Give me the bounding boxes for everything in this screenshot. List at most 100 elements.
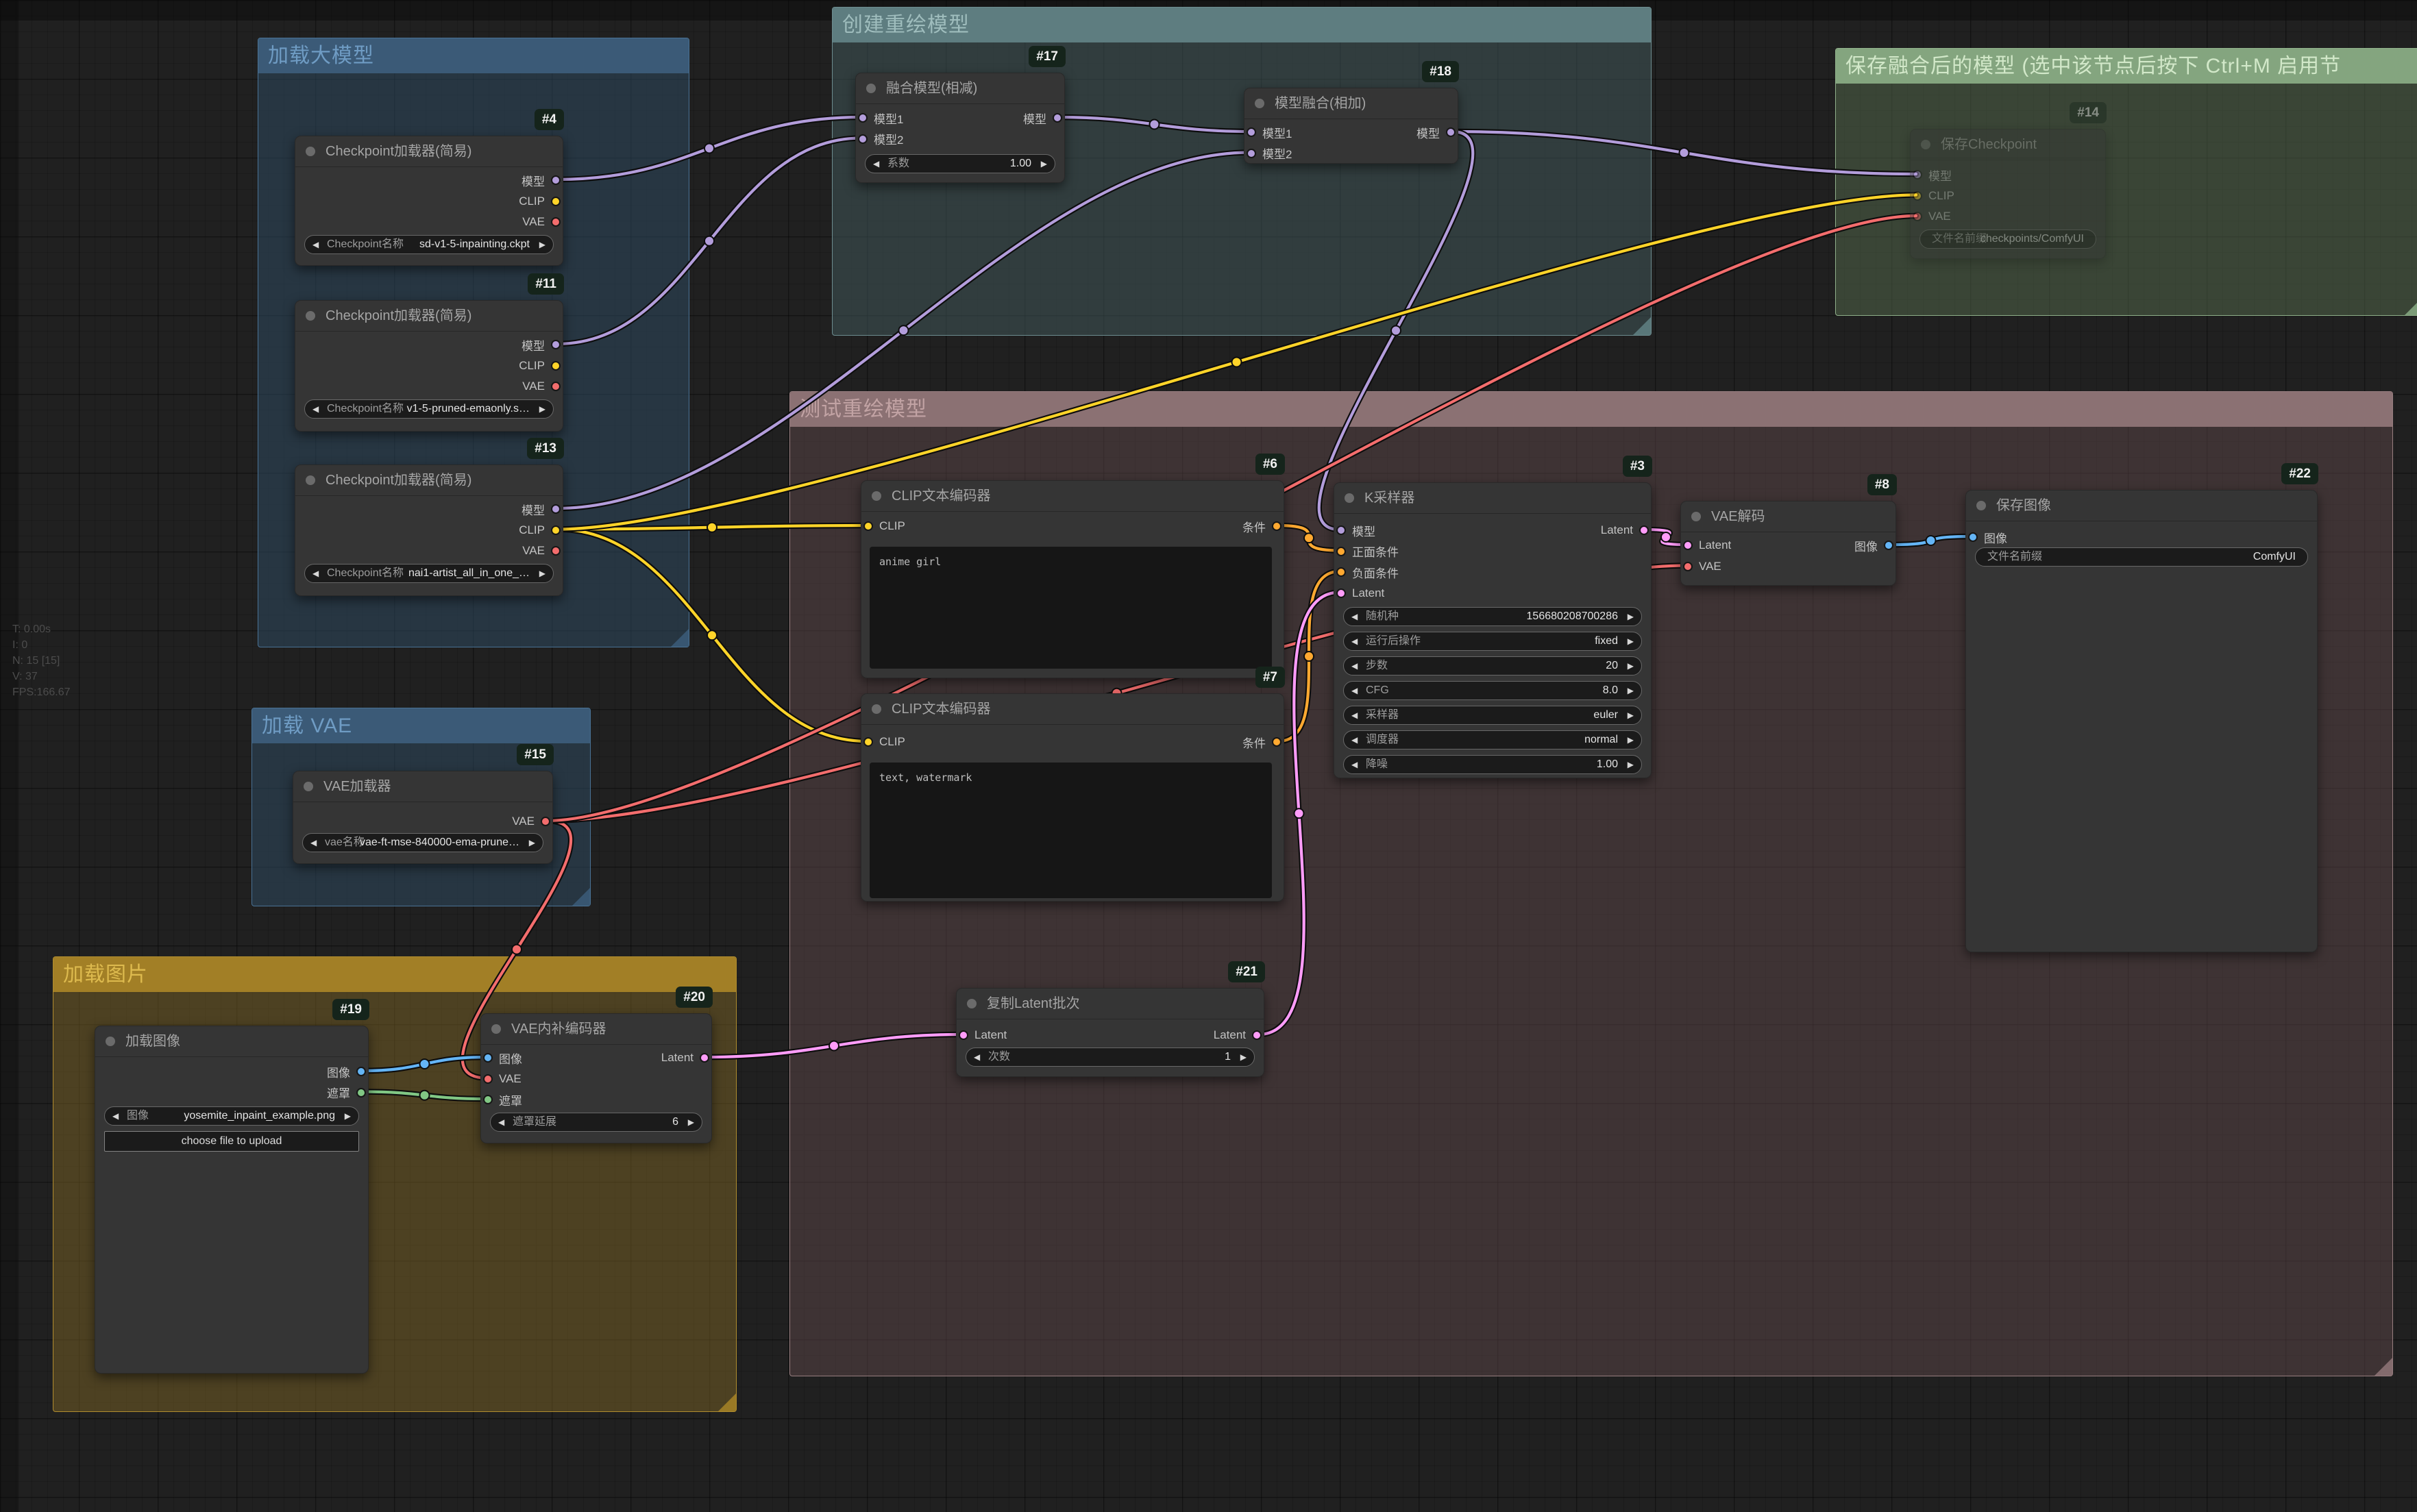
collapse-dot-icon[interactable] (306, 147, 315, 156)
node-checkpoint-loader-13[interactable]: #13Checkpoint加载器(简易)模型CLIPVAE◀▶Checkpoin… (295, 464, 563, 596)
node-vae-loader-15[interactable]: #15VAE加载器VAE◀▶vae名称vae-ft-mse-840000-ema… (293, 771, 553, 864)
right-arrow-icon[interactable]: ▶ (1628, 682, 1634, 699)
widget-filename-prefix[interactable]: 文件名前缀checkpoints/ComfyUI (1919, 230, 2096, 249)
upload-button[interactable]: choose file to upload (104, 1131, 359, 1152)
input-port-image[interactable]: 图像 (1968, 530, 2007, 544)
group-resize-handle[interactable] (2375, 1358, 2392, 1376)
widget-batch-count[interactable]: ◀▶次数1 (966, 1048, 1255, 1067)
output-port-conditioning[interactable]: 条件 (1242, 519, 1281, 533)
left-arrow-icon[interactable]: ◀ (112, 1107, 119, 1125)
node-model-merge-add-18[interactable]: #18模型融合(相加)模型1模型2模型 (1244, 88, 1458, 164)
right-arrow-icon[interactable]: ▶ (1628, 632, 1634, 650)
node-titlebar[interactable]: Checkpoint加载器(简易) (295, 136, 563, 167)
output-port-clip[interactable]: CLIP (519, 195, 561, 208)
node-titlebar[interactable]: VAE内补编码器 (481, 1014, 711, 1045)
input-port-model[interactable]: 模型2 (1247, 147, 1292, 160)
collapse-dot-icon[interactable] (1976, 501, 1986, 510)
input-port-latent[interactable]: Latent (1336, 586, 1384, 600)
right-arrow-icon[interactable]: ▶ (539, 236, 545, 253)
group-resize-handle[interactable] (572, 888, 590, 906)
input-port-mask[interactable]: 遮罩 (483, 1093, 522, 1106)
collapse-dot-icon[interactable] (1691, 512, 1701, 521)
left-arrow-icon[interactable]: ◀ (873, 155, 879, 173)
node-titlebar[interactable]: VAE加载器 (293, 771, 552, 802)
node-titlebar[interactable]: VAE解码 (1681, 501, 1895, 532)
right-arrow-icon[interactable]: ▶ (539, 400, 545, 418)
widget-mask-grow[interactable]: ◀▶遮罩延展6 (490, 1113, 702, 1132)
node-vae-decode-8[interactable]: #8VAE解码LatentVAE图像 (1680, 501, 1896, 586)
node-titlebar[interactable]: 保存图像 (1966, 491, 2317, 521)
node-titlebar[interactable]: CLIP文本编码器 (861, 481, 1284, 512)
left-arrow-icon[interactable]: ◀ (312, 400, 319, 418)
widget-checkpoint-name[interactable]: ◀▶Checkpoint名称nai1-artist_all_in_one_… (304, 564, 554, 583)
output-port-conditioning[interactable]: 条件 (1242, 735, 1281, 749)
node-titlebar[interactable]: 加载图像 (95, 1026, 368, 1057)
input-port-vae[interactable]: VAE (1683, 560, 1721, 573)
node-checkpoint-loader-4[interactable]: #4Checkpoint加载器(简易)模型CLIPVAE◀▶Checkpoint… (295, 136, 563, 266)
widget-cfg[interactable]: ◀▶CFG8.0 (1343, 681, 1642, 700)
right-arrow-icon[interactable]: ▶ (539, 565, 545, 582)
group-header-load-checkpoints[interactable]: 加载大模型 (258, 38, 689, 73)
collapse-dot-icon[interactable] (1255, 99, 1264, 108)
prompt-textarea[interactable]: text, watermark (870, 763, 1272, 898)
node-titlebar[interactable]: Checkpoint加载器(简易) (295, 301, 563, 332)
left-arrow-icon[interactable]: ◀ (1351, 682, 1358, 699)
right-arrow-icon[interactable]: ▶ (345, 1107, 351, 1125)
left-arrow-icon[interactable]: ◀ (1351, 706, 1358, 724)
widget-checkpoint-name[interactable]: ◀▶Checkpoint名称sd-v1-5-inpainting.ckpt (304, 235, 554, 254)
output-port-model[interactable]: 模型 (1416, 125, 1456, 139)
input-port-model[interactable]: 模型 (1913, 168, 1952, 182)
node-save-checkpoint-14[interactable]: #14保存Checkpoint模型CLIPVAE文件名前缀checkpoints… (1910, 129, 2106, 259)
input-port-image[interactable]: 图像 (483, 1051, 522, 1065)
output-port-mask[interactable]: 遮罩 (327, 1086, 366, 1100)
left-arrow-icon[interactable]: ◀ (312, 565, 319, 582)
node-model-merge-subtract-17[interactable]: #17融合模型(相减)模型1模型2模型◀▶系数1.00 (855, 73, 1065, 183)
collapse-dot-icon[interactable] (491, 1024, 501, 1034)
input-port-vae[interactable]: VAE (483, 1072, 522, 1086)
node-titlebar[interactable]: Checkpoint加载器(简易) (295, 465, 563, 496)
right-arrow-icon[interactable]: ▶ (1628, 706, 1634, 724)
output-port-image[interactable]: 图像 (327, 1065, 366, 1078)
left-arrow-icon[interactable]: ◀ (498, 1113, 504, 1131)
node-titlebar[interactable]: 复制Latent批次 (957, 989, 1264, 1019)
input-port-model[interactable]: 模型1 (1247, 125, 1292, 139)
input-port-latent[interactable]: Latent (1683, 538, 1731, 552)
collapse-dot-icon[interactable] (1345, 493, 1354, 503)
left-arrow-icon[interactable]: ◀ (1351, 632, 1358, 650)
input-port-latent[interactable]: Latent (959, 1028, 1007, 1042)
right-arrow-icon[interactable]: ▶ (529, 834, 535, 852)
group-resize-handle[interactable] (2405, 297, 2417, 315)
widget-sampler[interactable]: ◀▶采样器euler (1343, 706, 1642, 725)
output-port-vae[interactable]: VAE (512, 815, 550, 828)
widget-control-after-generate[interactable]: ◀▶运行后操作fixed (1343, 632, 1642, 651)
widget-seed[interactable]: ◀▶随机种156680208700286 (1343, 607, 1642, 626)
node-titlebar[interactable]: CLIP文本编码器 (861, 694, 1284, 725)
group-resize-handle[interactable] (1633, 317, 1651, 335)
output-port-vae[interactable]: VAE (522, 215, 561, 229)
collapse-dot-icon[interactable] (106, 1037, 115, 1046)
input-port-clip[interactable]: CLIP (1913, 189, 1954, 203)
input-port-model[interactable]: 模型2 (858, 132, 903, 146)
node-titlebar[interactable]: 融合模型(相减) (856, 73, 1064, 104)
right-arrow-icon[interactable]: ▶ (1628, 756, 1634, 773)
group-header-test-inpaint-model[interactable]: 测试重绘模型 (790, 392, 2392, 427)
node-repeat-latent-batch-21[interactable]: #21复制Latent批次LatentLatent◀▶次数1 (956, 988, 1264, 1077)
collapse-dot-icon[interactable] (306, 475, 315, 485)
widget-filename-prefix[interactable]: 文件名前缀ComfyUI (1975, 547, 2308, 567)
output-port-vae[interactable]: VAE (522, 380, 561, 393)
input-port-vae[interactable]: VAE (1913, 210, 1951, 223)
left-arrow-icon[interactable]: ◀ (974, 1048, 980, 1066)
collapse-dot-icon[interactable] (1921, 140, 1930, 149)
input-port-model[interactable]: 模型 (1336, 523, 1375, 537)
output-port-vae[interactable]: VAE (522, 544, 561, 558)
input-port-conditioning[interactable]: 负面条件 (1336, 565, 1399, 579)
input-port-clip[interactable]: CLIP (863, 519, 905, 533)
input-port-conditioning[interactable]: 正面条件 (1336, 545, 1399, 558)
node-ksampler-3[interactable]: #3K采样器模型正面条件负面条件LatentLatent◀▶随机种1566802… (1334, 482, 1652, 778)
right-arrow-icon[interactable]: ▶ (1628, 657, 1634, 675)
right-arrow-icon[interactable]: ▶ (1628, 608, 1634, 625)
comfyui-node-canvas[interactable]: 加载大模型创建重绘模型保存融合后的模型 (选中该节点后按下 Ctrl+M 启用节… (0, 0, 2417, 1512)
group-header-create-inpaint-model[interactable]: 创建重绘模型 (833, 8, 1651, 42)
prompt-textarea[interactable]: anime girl (870, 547, 1272, 669)
left-arrow-icon[interactable]: ◀ (1351, 608, 1358, 625)
